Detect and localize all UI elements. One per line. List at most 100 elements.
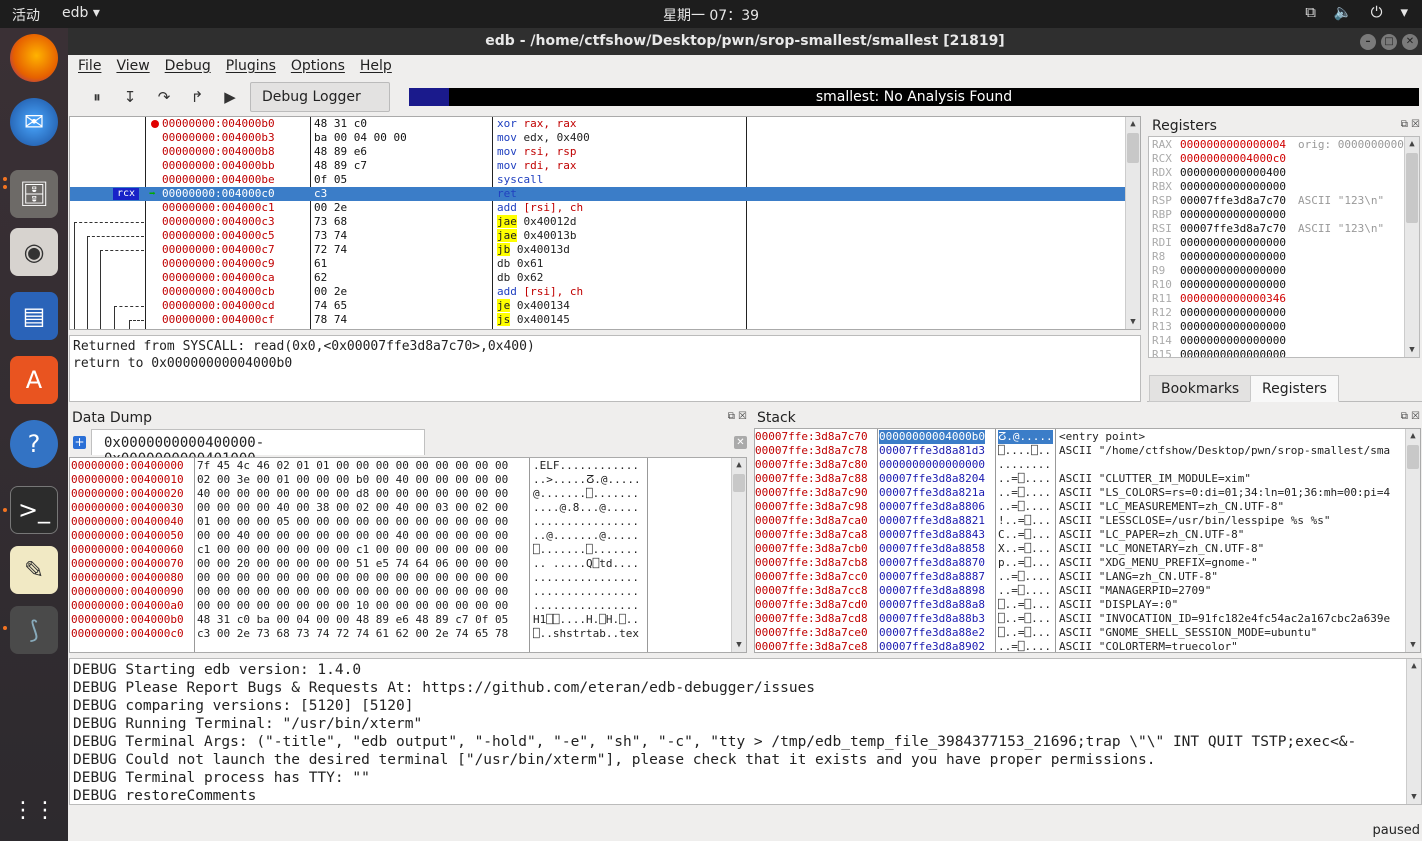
- register-value[interactable]: 00000000004000c0: [1180, 152, 1286, 165]
- hex-ascii[interactable]: ⎕..shstrtab..tex: [533, 627, 639, 641]
- stack-value[interactable]: 00007ffe3d8a8843: [879, 528, 985, 542]
- register-row[interactable]: R8 0000000000000000: [1152, 250, 1286, 264]
- stack-value[interactable]: 00007ffe3d8a88a8: [879, 598, 985, 612]
- rhythmbox-icon[interactable]: ◉: [10, 228, 58, 276]
- register-row[interactable]: RBX 0000000000000000: [1152, 180, 1286, 194]
- hex-ascii[interactable]: H1⎕⎕....H.⎕H.⎕..: [533, 613, 639, 627]
- hex-view[interactable]: 00000000:00400000 7f 45 4c 46 02 01 01 00…: [69, 457, 747, 653]
- software-center-icon[interactable]: A: [10, 356, 58, 404]
- stack-row[interactable]: 00007ffe:3d8a7cb8 00007ffe3d8a8870 p..=⎕..…: [755, 556, 1407, 570]
- disasm-row[interactable]: rcx ➡ 00000000:004000c0 c3 ret: [70, 187, 1127, 201]
- help-icon[interactable]: ?: [10, 420, 58, 468]
- hex-row[interactable]: 00000000:004000b0 48 31 c0 ba 00 04 00 00…: [70, 613, 733, 627]
- close-icon[interactable]: ☒: [738, 411, 747, 422]
- disasm-row[interactable]: 00000000:004000c1 00 2e add [rsi], ch: [70, 201, 1127, 215]
- float-icon[interactable]: ⧉: [728, 411, 735, 422]
- register-row[interactable]: R14 0000000000000000: [1152, 334, 1286, 348]
- register-value[interactable]: 0000000000000000: [1180, 348, 1286, 357]
- hex-row[interactable]: 00000000:004000a0 00 00 00 00 00 00 00 00…: [70, 599, 733, 613]
- disasm-row[interactable]: 00000000:004000b8 48 89 e6 mov rsi, rsp: [70, 145, 1127, 159]
- hex-bytes[interactable]: 00 00 40 00 00 00 00 00 00 00 40 00 00 0…: [197, 529, 508, 543]
- hex-row[interactable]: 00000000:00400030 00 00 00 00 40 00 38 00…: [70, 501, 733, 515]
- app-menu[interactable]: edb ▾: [62, 5, 100, 21]
- register-value[interactable]: 0000000000000004: [1180, 138, 1286, 151]
- stack-value[interactable]: 0000000000000000: [879, 458, 985, 472]
- step-out-icon[interactable]: ↱: [185, 85, 209, 109]
- clock[interactable]: 星期一 07：39: [0, 5, 1422, 25]
- menu-help[interactable]: Help: [360, 58, 392, 78]
- stack-row[interactable]: 00007ffe:3d8a7cd0 00007ffe3d8a88a8 ⎕..=⎕..…: [755, 598, 1407, 612]
- stack-row[interactable]: 00007ffe:3d8a7cc8 00007ffe3d8a8898 ..=⎕...…: [755, 584, 1407, 598]
- hex-bytes[interactable]: 40 00 00 00 00 00 00 00 d8 00 00 00 00 0…: [197, 487, 508, 501]
- menu-debug[interactable]: Debug: [165, 58, 211, 78]
- hex-row[interactable]: 00000000:00400090 00 00 00 00 00 00 00 00…: [70, 585, 733, 599]
- hex-bytes[interactable]: c3 00 2e 73 68 73 74 72 74 61 62 00 2e 7…: [197, 627, 508, 641]
- float-icon[interactable]: ⧉: [1401, 119, 1408, 130]
- register-row[interactable]: R15 0000000000000000: [1152, 348, 1286, 357]
- terminal-icon[interactable]: >_: [10, 486, 58, 534]
- disasm-row[interactable]: 00000000:004000cb 00 2e add [rsi], ch: [70, 285, 1127, 299]
- stack-value[interactable]: 00007ffe3d8a88b3: [879, 612, 985, 626]
- hex-row[interactable]: 00000000:00400070 00 00 20 00 00 00 00 00…: [70, 557, 733, 571]
- register-row[interactable]: R13 0000000000000000: [1152, 320, 1286, 334]
- register-value[interactable]: 0000000000000000: [1180, 278, 1286, 291]
- hex-ascii[interactable]: ..@.......@.....: [533, 529, 639, 543]
- stack-value[interactable]: 00007ffe3d8a821a: [879, 486, 985, 500]
- register-row[interactable]: RAX 0000000000000004 orig: 000000000000000…: [1152, 138, 1419, 152]
- stack-value[interactable]: 00007ffe3d8a8902: [879, 640, 985, 652]
- stack-value[interactable]: 00007ffe3d8a8204: [879, 472, 985, 486]
- hex-ascii[interactable]: ....@.8...@.....: [533, 501, 639, 515]
- hex-ascii[interactable]: .ELF............: [533, 459, 639, 473]
- disasm-row[interactable]: 00000000:004000cd 74 65 je 0x400134: [70, 299, 1127, 313]
- pause-icon[interactable]: ⏸: [85, 85, 109, 109]
- register-row[interactable]: RDX 0000000000000400: [1152, 166, 1286, 180]
- stack-row[interactable]: 00007ffe:3d8a7ca8 00007ffe3d8a8843 C..=⎕..…: [755, 528, 1407, 542]
- stack-row[interactable]: 00007ffe:3d8a7c70 00000000004000b0 ⵒ.@....…: [755, 430, 1407, 444]
- activities-button[interactable]: 活动: [12, 5, 40, 25]
- hex-row[interactable]: 00000000:00400060 c1 00 00 00 00 00 00 00…: [70, 543, 733, 557]
- menu-options[interactable]: Options: [291, 58, 345, 78]
- hex-bytes[interactable]: 00 00 00 00 00 00 00 00 00 00 00 00 00 0…: [197, 571, 508, 585]
- hex-row[interactable]: 00000000:00400020 40 00 00 00 00 00 00 00…: [70, 487, 733, 501]
- register-value[interactable]: 00007ffe3d8a7c70: [1180, 194, 1286, 207]
- tab-registers[interactable]: Registers: [1250, 375, 1339, 402]
- register-value[interactable]: 0000000000000000: [1180, 250, 1286, 263]
- hex-bytes[interactable]: 00 00 00 00 40 00 38 00 02 00 40 00 03 0…: [197, 501, 508, 515]
- stack-row[interactable]: 00007ffe:3d8a7c90 00007ffe3d8a821a ..=⎕...…: [755, 486, 1407, 500]
- run-icon[interactable]: ▶: [218, 85, 242, 109]
- dump-tab[interactable]: 0x0000000000400000-0x0000000000401000: [91, 429, 425, 467]
- register-row[interactable]: RDI 0000000000000000: [1152, 236, 1286, 250]
- disasm-row[interactable]: 00000000:004000c3 73 68 jae 0x40012d: [70, 215, 1127, 229]
- close-icon[interactable]: ☒: [1411, 119, 1420, 130]
- debug-log[interactable]: DEBUG Starting edb version: 1.4.0 DEBUG P…: [69, 658, 1422, 805]
- stack-row[interactable]: 00007ffe:3d8a7c88 00007ffe3d8a8204 ..=⎕...…: [755, 472, 1407, 486]
- register-row[interactable]: RSI 00007ffe3d8a7c70 ASCII "123\n": [1152, 222, 1384, 236]
- register-value[interactable]: 00007ffe3d8a7c70: [1180, 222, 1286, 235]
- stack-row[interactable]: 00007ffe:3d8a7cb0 00007ffe3d8a8858 X..=⎕..…: [755, 542, 1407, 556]
- stack-value[interactable]: 00007ffe3d8a8806: [879, 500, 985, 514]
- register-value[interactable]: 0000000000000400: [1180, 166, 1286, 179]
- stack-value[interactable]: 00007ffe3d8a8898: [879, 584, 985, 598]
- system-tray[interactable]: ⧉ 🔈 ⏻ ▾: [1305, 3, 1408, 21]
- stack-row[interactable]: 00007ffe:3d8a7ce0 00007ffe3d8a88e2 ⎕..=⎕..…: [755, 626, 1407, 640]
- hex-row[interactable]: 00000000:00400050 00 00 40 00 00 00 00 00…: [70, 529, 733, 543]
- files-icon[interactable]: 🗄: [10, 170, 58, 218]
- register-value[interactable]: 0000000000000000: [1180, 208, 1286, 221]
- disasm-row[interactable]: 00000000:004000c5 73 74 jae 0x40013b: [70, 229, 1127, 243]
- hex-row[interactable]: 00000000:004000c0 c3 00 2e 73 68 73 74 72…: [70, 627, 733, 641]
- float-icon[interactable]: ⧉: [1401, 411, 1408, 422]
- disasm-row[interactable]: 00000000:004000b0 48 31 c0 xor rax, rax: [70, 117, 1127, 131]
- close-button[interactable]: ✕: [1402, 34, 1418, 50]
- stack-row[interactable]: 00007ffe:3d8a7ca0 00007ffe3d8a8821 !..=⎕..…: [755, 514, 1407, 528]
- stack-row[interactable]: 00007ffe:3d8a7ce8 00007ffe3d8a8902 ..=⎕...…: [755, 640, 1407, 652]
- show-apps-icon[interactable]: ⋮⋮: [10, 786, 58, 834]
- stack-value[interactable]: 00007ffe3d8a81d3: [879, 444, 985, 458]
- disasm-row[interactable]: 00000000:004000be 0f 05 syscall: [70, 173, 1127, 187]
- disasm-row[interactable]: 00000000:004000cf 78 74 js 0x400145: [70, 313, 1127, 327]
- edb-icon[interactable]: ⟆: [10, 606, 58, 654]
- hex-ascii[interactable]: ................: [533, 599, 639, 613]
- stack-value[interactable]: 00007ffe3d8a8858: [879, 542, 985, 556]
- stack-scrollbar[interactable]: ▲ ▼: [1405, 429, 1420, 652]
- tab-bookmarks[interactable]: Bookmarks: [1149, 375, 1252, 402]
- register-value[interactable]: 0000000000000000: [1180, 264, 1286, 277]
